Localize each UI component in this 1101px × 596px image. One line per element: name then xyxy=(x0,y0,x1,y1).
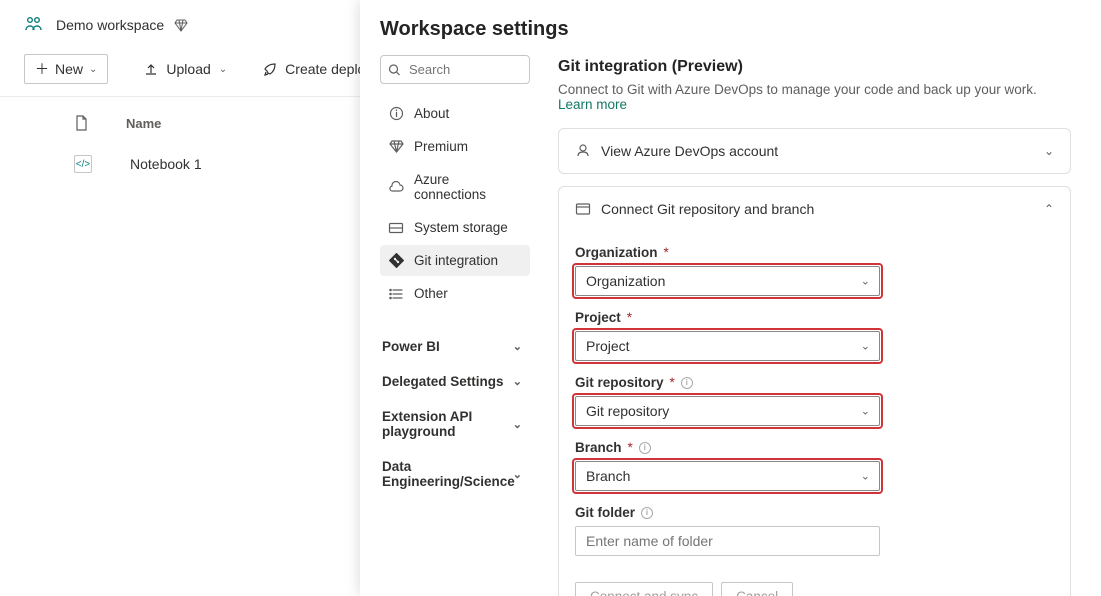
nav-collapsible: Power BI ⌄ Delegated Settings ⌄ Extensio… xyxy=(380,329,530,499)
repo-select-wrap: Git repository ⌄ xyxy=(575,396,880,426)
nav-other-label: Other xyxy=(414,286,448,301)
required-star: * xyxy=(664,245,669,260)
field-folder: Git folder i xyxy=(575,505,1054,556)
project-label: Project xyxy=(575,310,621,325)
chevron-down-icon: ⌄ xyxy=(219,64,227,75)
repo-select[interactable]: Git repository xyxy=(575,396,880,426)
chevron-down-icon: ⌄ xyxy=(513,375,522,388)
nav-azure[interactable]: Azure connections xyxy=(380,164,530,210)
button-row: Connect and sync Cancel xyxy=(575,582,1054,596)
info-icon[interactable]: i xyxy=(639,442,651,454)
field-branch: Branch * i Branch ⌄ xyxy=(575,440,1054,491)
info-icon[interactable]: i xyxy=(641,507,653,519)
settings-panel: Workspace settings About Premium xyxy=(360,0,1101,596)
chevron-down-icon: ⌄ xyxy=(513,418,522,431)
new-button-label: New xyxy=(55,61,83,77)
nav-extension-label: Extension API playground xyxy=(382,409,502,439)
plus-icon: ＋ xyxy=(35,59,49,79)
required-star: * xyxy=(670,375,675,390)
card-connect-title: Connect Git repository and branch xyxy=(601,201,814,217)
nav-git[interactable]: Git integration xyxy=(380,245,530,276)
organization-select-wrap: Organization ⌄ xyxy=(575,266,880,296)
panel-title: Workspace settings xyxy=(380,18,530,41)
row-name: Notebook 1 xyxy=(130,156,202,172)
list-icon xyxy=(388,288,404,300)
card-connect-body: Organization * Organization ⌄ Project * … xyxy=(559,245,1070,596)
nav-data-label: Data Engineering/Science xyxy=(382,459,502,489)
nav-storage[interactable]: System storage xyxy=(380,212,530,243)
upload-button[interactable]: Upload ⌄ xyxy=(144,61,227,77)
cancel-button[interactable]: Cancel xyxy=(721,582,793,596)
branch-select-wrap: Branch ⌄ xyxy=(575,461,880,491)
nav-delegated[interactable]: Delegated Settings ⌄ xyxy=(380,364,530,399)
nav-premium[interactable]: Premium xyxy=(380,131,530,162)
field-repo: Git repository * i Git repository ⌄ xyxy=(575,375,1054,426)
upload-icon xyxy=(144,62,158,76)
chevron-down-icon: ⌄ xyxy=(89,64,97,75)
nav-premium-label: Premium xyxy=(414,139,468,154)
card-connect-repo: Connect Git repository and branch ⌃ Orga… xyxy=(558,186,1071,596)
file-icon xyxy=(74,115,88,131)
settings-content: Git integration (Preview) Connect to Git… xyxy=(540,0,1101,596)
folder-label: Git folder xyxy=(575,505,635,520)
organization-label: Organization xyxy=(575,245,658,260)
branch-select[interactable]: Branch xyxy=(575,461,880,491)
chevron-down-icon: ⌄ xyxy=(513,468,522,481)
card-devops-head[interactable]: View Azure DevOps account ⌄ xyxy=(559,129,1070,173)
section-subtitle: Connect to Git with Azure DevOps to mana… xyxy=(558,82,1071,112)
account-icon xyxy=(575,143,591,159)
nav-about-label: About xyxy=(414,106,449,121)
deploy-icon xyxy=(263,62,277,76)
chevron-down-icon: ⌄ xyxy=(1044,144,1054,158)
card-devops-account: View Azure DevOps account ⌄ xyxy=(558,128,1071,174)
required-star: * xyxy=(627,310,632,325)
git-icon xyxy=(388,253,404,268)
upload-label: Upload xyxy=(166,61,210,77)
workspace-name: Demo workspace xyxy=(56,17,164,33)
nav-about[interactable]: About xyxy=(380,98,530,129)
nav-other[interactable]: Other xyxy=(380,278,530,309)
repo-icon xyxy=(575,202,591,216)
connect-button[interactable]: Connect and sync xyxy=(575,582,713,596)
nav-powerbi-label: Power BI xyxy=(382,339,440,354)
diamond-icon xyxy=(388,140,404,153)
workspace-icon xyxy=(24,16,46,34)
nav-list: About Premium Azure connections System s… xyxy=(380,98,530,309)
search-input[interactable] xyxy=(380,55,530,84)
new-button[interactable]: ＋ New ⌄ xyxy=(24,54,108,84)
field-project: Project * Project ⌄ xyxy=(575,310,1054,361)
info-icon xyxy=(388,106,404,121)
diamond-icon xyxy=(174,18,188,32)
nav-azure-label: Azure connections xyxy=(414,172,522,202)
learn-more-link[interactable]: Learn more xyxy=(558,97,627,112)
search-icon xyxy=(388,63,401,76)
chevron-up-icon: ⌃ xyxy=(1044,202,1054,216)
project-select-wrap: Project ⌄ xyxy=(575,331,880,361)
nav-extension[interactable]: Extension API playground ⌄ xyxy=(380,399,530,449)
folder-input[interactable] xyxy=(575,526,880,556)
card-devops-title: View Azure DevOps account xyxy=(601,143,778,159)
nav-data[interactable]: Data Engineering/Science ⌄ xyxy=(380,449,530,499)
storage-icon xyxy=(388,222,404,234)
nav-git-label: Git integration xyxy=(414,253,498,268)
nav-powerbi[interactable]: Power BI ⌄ xyxy=(380,329,530,364)
section-subtitle-text: Connect to Git with Azure DevOps to mana… xyxy=(558,82,1037,97)
notebook-icon: </> xyxy=(74,155,92,173)
cloud-icon xyxy=(388,181,404,193)
settings-nav: Workspace settings About Premium xyxy=(360,0,540,596)
info-icon[interactable]: i xyxy=(681,377,693,389)
organization-select[interactable]: Organization xyxy=(575,266,880,296)
settings-search xyxy=(380,55,530,84)
field-organization: Organization * Organization ⌄ xyxy=(575,245,1054,296)
required-star: * xyxy=(628,440,633,455)
branch-label: Branch xyxy=(575,440,622,455)
chevron-down-icon: ⌄ xyxy=(513,340,522,353)
nav-delegated-label: Delegated Settings xyxy=(382,374,504,389)
project-select[interactable]: Project xyxy=(575,331,880,361)
repo-label: Git repository xyxy=(575,375,664,390)
section-title: Git integration (Preview) xyxy=(558,58,1071,76)
card-connect-head[interactable]: Connect Git repository and branch ⌃ xyxy=(559,187,1070,231)
table-col-name: Name xyxy=(126,116,161,131)
nav-storage-label: System storage xyxy=(414,220,508,235)
